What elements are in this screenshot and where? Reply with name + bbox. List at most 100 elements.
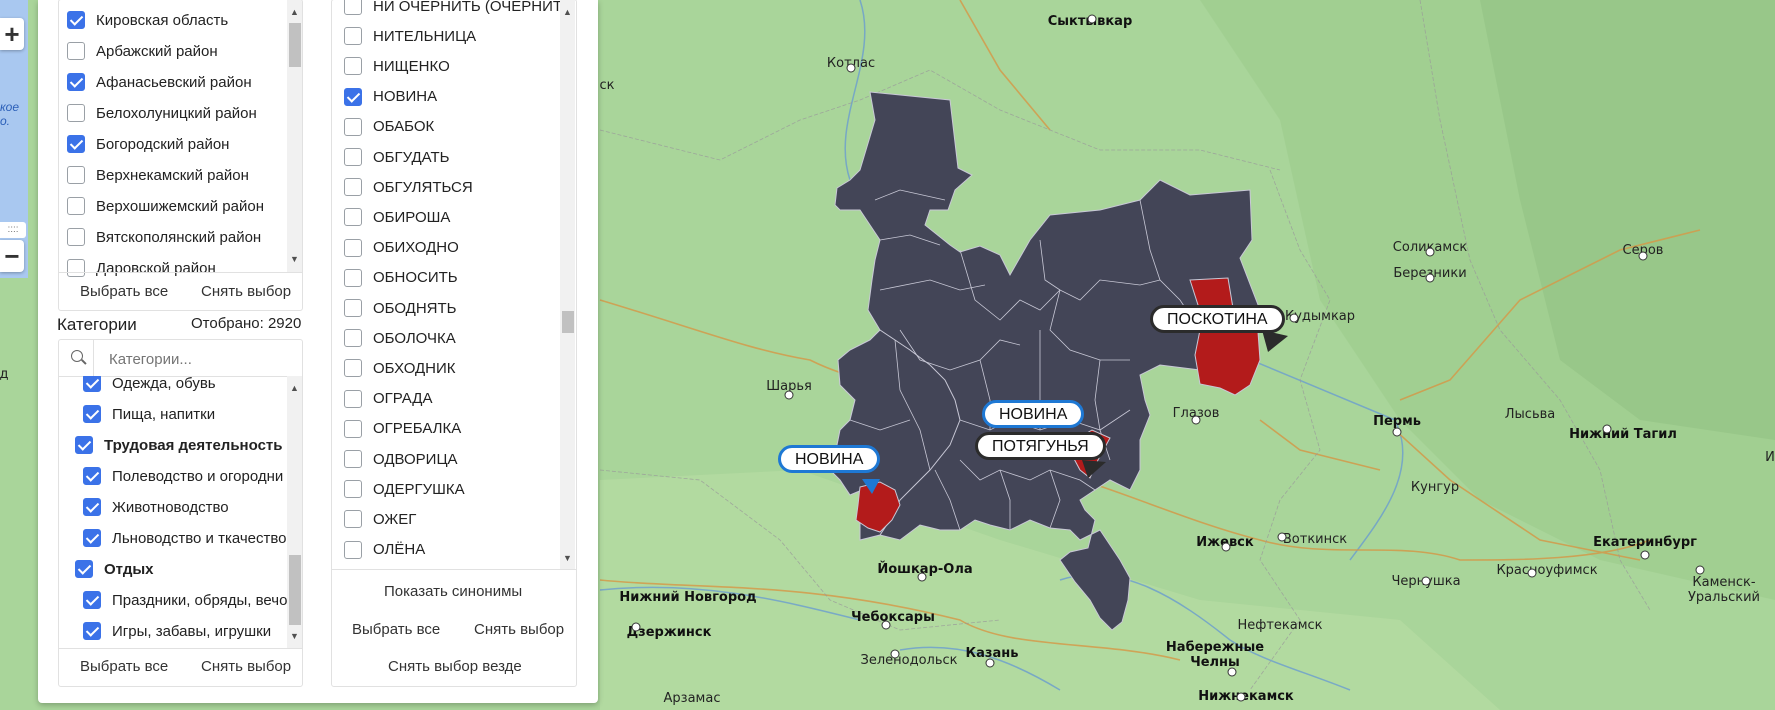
checkbox[interactable] <box>75 560 93 578</box>
checkbox[interactable] <box>344 57 362 76</box>
word-item[interactable]: ОГРЕБАЛКА <box>344 414 461 444</box>
scroll-up-icon[interactable]: ▲ <box>290 8 299 17</box>
word-item[interactable]: ОЛЁНА <box>344 535 425 565</box>
checkbox[interactable] <box>83 498 101 516</box>
scroll-thumb[interactable] <box>289 555 301 625</box>
scroll-up-icon[interactable]: ▲ <box>563 8 572 17</box>
word-item[interactable]: НОВИНА <box>344 82 437 112</box>
scroll-thumb[interactable] <box>289 23 301 67</box>
checkbox[interactable] <box>344 389 362 408</box>
checkbox[interactable] <box>75 436 93 454</box>
words-scrollbar[interactable]: ▲ ▼ <box>560 0 575 569</box>
word-item[interactable]: ОБГУЛЯТЬСЯ <box>344 172 473 202</box>
zoom-out-button[interactable]: − <box>0 240 24 272</box>
checkbox[interactable] <box>344 329 362 348</box>
category-item[interactable]: Отдых <box>75 554 154 584</box>
checkbox[interactable] <box>344 268 362 287</box>
word-item[interactable]: ОБГУДАТЬ <box>344 142 450 172</box>
callout-novina-west[interactable]: НОВИНА <box>778 445 881 473</box>
scroll-up-icon[interactable]: ▲ <box>290 384 299 393</box>
checkbox[interactable] <box>344 450 362 468</box>
word-item[interactable]: ОБИРОША <box>344 202 450 232</box>
checkbox[interactable] <box>83 529 101 547</box>
word-item[interactable]: НИЩЕНКО <box>344 51 450 81</box>
word-item[interactable]: ОБИХОДНО <box>344 233 459 263</box>
checkbox[interactable] <box>67 104 85 122</box>
regions-select-all-button[interactable]: Выбрать все <box>80 283 168 300</box>
word-item[interactable]: ОБАБОК <box>344 112 434 142</box>
checkbox[interactable] <box>67 197 85 215</box>
word-item[interactable]: НИ ОЧЕРНИТЬ (ОЧЕРНИТЬ) <box>344 0 560 21</box>
checkbox[interactable] <box>67 42 85 60</box>
scroll-down-icon[interactable]: ▼ <box>563 554 572 563</box>
checkbox[interactable] <box>344 208 362 227</box>
categories-list[interactable]: Одежда, обувь Пища, напитки Трудовая деяте… <box>59 376 287 648</box>
category-item[interactable]: Праздники, обряды, вечо <box>83 585 287 615</box>
checkbox[interactable] <box>344 419 362 438</box>
region-item[interactable]: Арбажский район <box>67 36 218 66</box>
checkbox[interactable] <box>344 299 362 317</box>
regions-scrollbar[interactable]: ▲ ▼ <box>287 0 302 272</box>
checkbox[interactable] <box>67 11 85 29</box>
word-item[interactable]: ОДВОРИЦА <box>344 444 458 474</box>
checkbox[interactable] <box>344 480 362 499</box>
words-deselect-button[interactable]: Снять выбор <box>474 621 564 638</box>
region-item[interactable]: Верхошижемский район <box>67 191 264 221</box>
categories-deselect-button[interactable]: Снять выбор <box>201 658 291 675</box>
scroll-thumb[interactable] <box>562 311 574 333</box>
checkbox[interactable] <box>67 228 85 246</box>
category-item[interactable]: Полеводство и огородни <box>83 461 283 491</box>
regions-deselect-button[interactable]: Снять выбор <box>201 283 291 300</box>
callout-poskotina[interactable]: ПОСКОТИНА <box>1150 305 1285 333</box>
word-item[interactable]: ОБХОДНИК <box>344 353 456 383</box>
checkbox[interactable] <box>344 540 362 559</box>
category-item[interactable]: Трудовая деятельность <box>75 430 282 460</box>
region-item[interactable]: Афанасьевский район <box>67 67 252 97</box>
category-item[interactable]: Животноводство <box>83 492 229 522</box>
region-item[interactable]: Кировская область <box>67 5 228 35</box>
region-item[interactable]: Верхнекамский район <box>67 160 249 190</box>
checkbox[interactable] <box>83 405 101 423</box>
checkbox[interactable] <box>344 178 362 197</box>
checkbox[interactable] <box>344 148 362 166</box>
scroll-down-icon[interactable]: ▼ <box>290 255 299 264</box>
categories-scrollbar[interactable]: ▲ ▼ <box>287 376 302 648</box>
checkbox[interactable] <box>344 27 362 46</box>
word-item[interactable]: ОГРАДА <box>344 384 432 414</box>
categories-search-input[interactable] <box>107 347 291 371</box>
show-synonyms-button[interactable]: Показать синонимы <box>384 583 522 600</box>
region-item[interactable]: Белохолуницкий район <box>67 98 257 128</box>
zoom-in-button[interactable]: + <box>0 18 24 50</box>
word-item[interactable]: ОБОЛОЧКА <box>344 323 456 353</box>
categories-select-all-button[interactable]: Выбрать все <box>80 658 168 675</box>
checkbox[interactable] <box>344 0 362 15</box>
checkbox[interactable] <box>344 117 362 136</box>
scroll-down-icon[interactable]: ▼ <box>290 632 299 641</box>
category-item[interactable]: Игры, забавы, игрушки <box>83 616 271 646</box>
checkbox[interactable] <box>344 510 362 529</box>
checkbox[interactable] <box>83 591 101 609</box>
word-item[interactable]: НИТЕЛЬНИЦА <box>344 21 476 51</box>
word-item[interactable]: ОДЕРГУШКА <box>344 474 465 504</box>
checkbox[interactable] <box>67 73 85 91</box>
checkbox[interactable] <box>344 238 362 257</box>
region-item[interactable]: Даровской район <box>67 253 216 283</box>
checkbox[interactable] <box>67 166 85 184</box>
callout-potyagunya[interactable]: ПОТЯГУНЬЯ <box>975 432 1106 460</box>
categories-search[interactable] <box>59 340 302 377</box>
word-item[interactable]: ОЖЕГ <box>344 504 416 534</box>
checkbox[interactable] <box>83 622 101 640</box>
region-item[interactable]: Вятскополянский район <box>67 222 261 252</box>
word-item[interactable]: ОБОДНЯТЬ <box>344 293 457 323</box>
words-select-all-button[interactable]: Выбрать все <box>352 621 440 638</box>
zoom-slider-handle[interactable]: :::: <box>0 222 26 238</box>
region-item[interactable]: Богородский район <box>67 129 229 159</box>
category-item[interactable]: Пища, напитки <box>83 399 215 429</box>
callout-novina-east[interactable]: НОВИНА <box>982 400 1085 428</box>
checkbox[interactable] <box>67 259 85 277</box>
deselect-everywhere-button[interactable]: Снять выбор везде <box>388 658 522 675</box>
word-item[interactable]: ОБНОСИТЬ <box>344 263 458 293</box>
words-list[interactable]: НИ ОЧЕРНИТЬ (ОЧЕРНИТЬ) НИТЕЛЬНИЦА НИЩЕНКО Н… <box>332 0 560 569</box>
checkbox[interactable] <box>344 87 362 106</box>
checkbox[interactable] <box>83 467 101 485</box>
